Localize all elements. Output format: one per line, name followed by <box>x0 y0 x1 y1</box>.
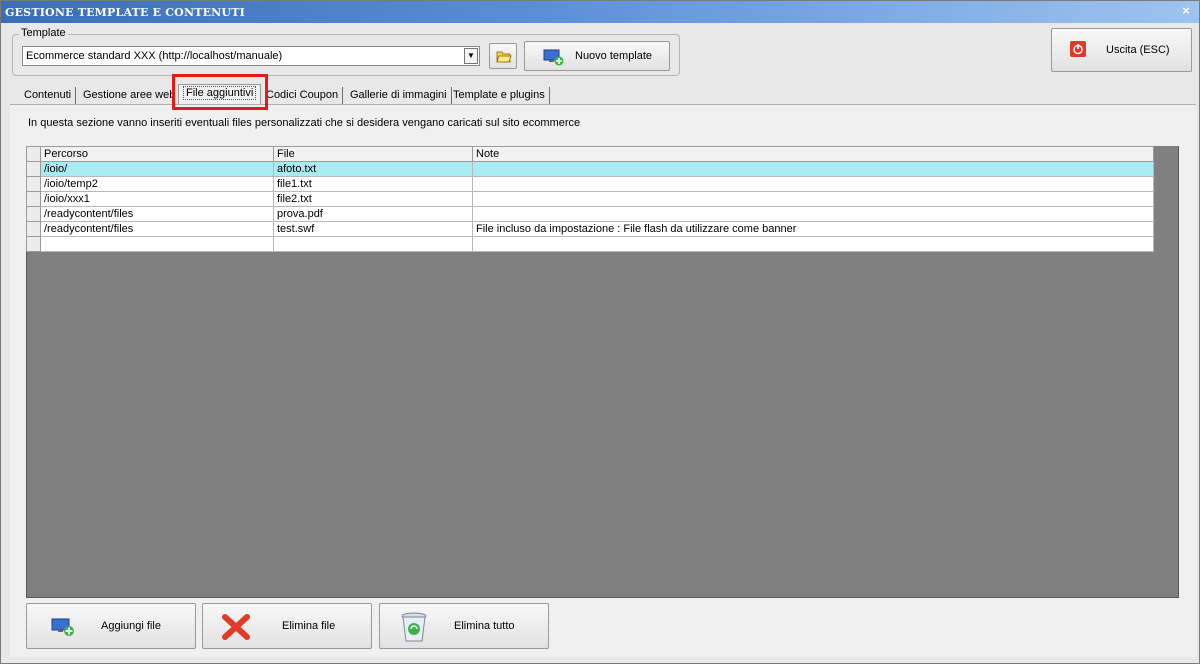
section-description: In questa sezione vanno inseriti eventua… <box>28 117 581 129</box>
row-selector[interactable] <box>26 176 41 192</box>
cell-note[interactable] <box>472 191 1154 207</box>
cell-note[interactable] <box>472 176 1154 192</box>
cell-file[interactable]: test.swf <box>273 221 473 237</box>
close-icon[interactable]: × <box>1179 4 1193 18</box>
tab-contenuti[interactable]: Contenuti <box>20 87 77 104</box>
cell-file[interactable] <box>273 236 473 252</box>
title-bar: GESTIONE TEMPLATE E CONTENUTI × <box>1 1 1199 23</box>
cell-percorso[interactable]: /readycontent/files <box>40 206 274 222</box>
table-row-new[interactable] <box>26 236 1154 252</box>
tab-template-plugins[interactable]: Template e plugins <box>449 87 550 104</box>
cell-percorso[interactable]: /ioio/ <box>40 161 274 177</box>
delete-file-button[interactable]: Elimina file <box>202 603 372 649</box>
cell-note[interactable] <box>472 161 1154 177</box>
row-selector[interactable] <box>26 206 41 222</box>
column-header-percorso[interactable]: Percorso <box>40 146 274 162</box>
table-row[interactable]: /ioio/temp2 file1.txt <box>26 176 1154 192</box>
row-selector[interactable] <box>26 191 41 207</box>
cell-percorso[interactable]: /ioio/xxx1 <box>40 191 274 207</box>
window-title: GESTIONE TEMPLATE E CONTENUTI <box>5 6 245 19</box>
cell-note[interactable] <box>472 206 1154 222</box>
delete-file-label: Elimina file <box>282 620 336 632</box>
cell-note[interactable] <box>472 236 1154 252</box>
row-selector[interactable] <box>26 161 41 177</box>
tab-codici-coupon[interactable]: Codici Coupon <box>262 87 344 104</box>
monitor-add-icon <box>543 49 564 66</box>
table-row[interactable]: /ioio/ afoto.txt <box>26 161 1154 177</box>
cell-file[interactable]: prova.pdf <box>273 206 473 222</box>
new-template-button[interactable]: Nuovo template <box>524 41 670 71</box>
folder-open-icon <box>496 51 512 63</box>
cell-file[interactable]: afoto.txt <box>273 161 473 177</box>
new-template-label: Nuovo template <box>575 50 653 62</box>
table-row[interactable]: /readycontent/files prova.pdf <box>26 206 1154 222</box>
cell-percorso[interactable]: /readycontent/files <box>40 221 274 237</box>
exit-label: Uscita (ESC) <box>1106 44 1170 56</box>
tab-gallerie-immagini[interactable]: Gallerie di immagini <box>346 87 452 104</box>
add-file-button[interactable]: Aggiungi file <box>26 603 196 649</box>
power-icon <box>1070 41 1086 57</box>
grid-right-gap <box>1154 146 1178 260</box>
table-row[interactable]: /ioio/xxx1 file2.txt <box>26 191 1154 207</box>
open-folder-button[interactable] <box>489 43 517 69</box>
column-header-note[interactable]: Note <box>472 146 1154 162</box>
column-header-file[interactable]: File <box>273 146 473 162</box>
cell-file[interactable]: file2.txt <box>273 191 473 207</box>
highlight-box <box>172 74 268 110</box>
grid-header: Percorso File Note <box>26 146 1154 162</box>
template-select-value: Ecommerce standard XXX (http://localhost… <box>26 50 283 62</box>
delete-all-button[interactable]: Elimina tutto <box>379 603 549 649</box>
cell-file[interactable]: file1.txt <box>273 176 473 192</box>
red-x-icon <box>222 614 250 640</box>
template-select[interactable]: Ecommerce standard XXX (http://localhost… <box>22 46 480 66</box>
recycle-bin-icon <box>401 612 427 642</box>
chevron-down-icon[interactable]: ▼ <box>464 48 478 64</box>
monitor-add-icon <box>51 618 74 636</box>
add-file-label: Aggiungi file <box>101 620 161 632</box>
delete-all-label: Elimina tutto <box>454 620 515 632</box>
files-grid[interactable]: Percorso File Note /ioio/ afoto.txt /ioi… <box>26 146 1154 252</box>
table-row[interactable]: /readycontent/files test.swf File inclus… <box>26 221 1154 237</box>
row-selector[interactable] <box>26 236 41 252</box>
exit-button[interactable]: Uscita (ESC) <box>1051 28 1192 72</box>
tab-gestione-aree-web[interactable]: Gestione aree web <box>79 87 181 104</box>
template-legend: Template <box>19 27 68 39</box>
row-selector-header <box>26 146 41 162</box>
cell-percorso[interactable]: /ioio/temp2 <box>40 176 274 192</box>
cell-percorso[interactable] <box>40 236 274 252</box>
cell-note[interactable]: File incluso da impostazione : File flas… <box>472 221 1154 237</box>
row-selector[interactable] <box>26 221 41 237</box>
